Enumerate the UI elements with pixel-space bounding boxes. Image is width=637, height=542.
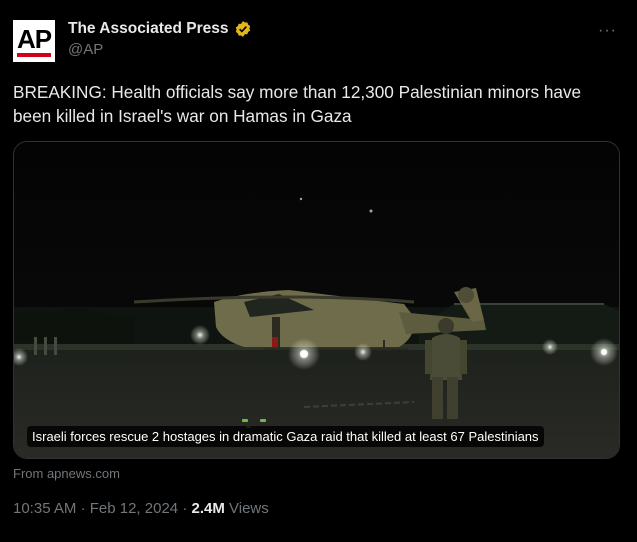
tweet-date[interactable]: Feb 12, 2024 <box>90 500 178 517</box>
ap-logo-bar <box>17 53 51 57</box>
card-caption: Israeli forces rescue 2 hostages in dram… <box>27 426 544 447</box>
meta-separator: · <box>80 500 86 517</box>
link-card[interactable]: Israeli forces rescue 2 hostages in dram… <box>13 141 620 459</box>
helicopter-night-photo <box>14 142 619 458</box>
tweet-meta: 10:35 AM · Feb 12, 2024 · 2.4M Views <box>13 500 269 517</box>
author-name[interactable]: The Associated Press <box>68 20 229 38</box>
tweet-time[interactable]: 10:35 AM <box>13 500 76 517</box>
author-handle[interactable]: @AP <box>68 41 103 58</box>
views-count: 2.4M <box>191 500 225 517</box>
verified-badge-icon <box>235 21 250 37</box>
ap-avatar[interactable]: AP <box>13 20 55 62</box>
author-name-row: The Associated Press <box>68 20 252 38</box>
card-source[interactable]: From apnews.com <box>13 466 120 481</box>
more-options-icon[interactable]: ··· <box>598 22 617 40</box>
tweet-text: BREAKING: Health officials say more than… <box>13 82 582 126</box>
views-label: Views <box>229 500 269 517</box>
meta-separator-2: · <box>182 500 188 517</box>
ap-logo-text: AP <box>16 24 52 54</box>
